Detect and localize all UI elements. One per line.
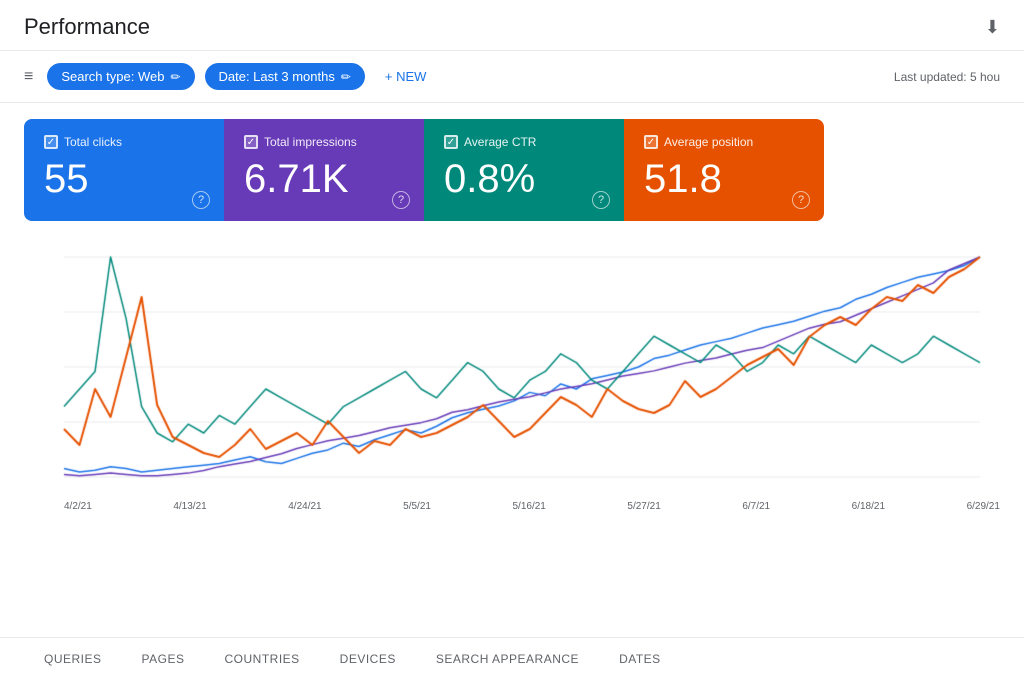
- x-label-7: 6/18/21: [852, 501, 885, 512]
- filter-bar: ≡ Search type: Web ✏ Date: Last 3 months…: [0, 51, 1024, 102]
- x-label-4: 5/16/21: [513, 501, 546, 512]
- date-label: Date: Last 3 months: [219, 69, 335, 84]
- bottom-tabs: QUERIES PAGES COUNTRIES DEVICES SEARCH A…: [0, 637, 1024, 683]
- total-clicks-value: 55: [44, 157, 204, 201]
- page-title: Performance: [24, 14, 150, 40]
- performance-chart: [24, 237, 1000, 487]
- metrics-section: ✓ Total clicks 55 ? ✓ Total impressions …: [0, 103, 1024, 237]
- metric-total-impressions[interactable]: ✓ Total impressions 6.71K ?: [224, 119, 424, 221]
- date-chip[interactable]: Date: Last 3 months ✏: [205, 63, 365, 90]
- filter-icon[interactable]: ≡: [24, 68, 33, 86]
- x-label-8: 6/29/21: [967, 501, 1000, 512]
- last-updated-text: Last updated: 5 hou: [894, 70, 1000, 84]
- download-icon[interactable]: ⬇: [985, 17, 1000, 38]
- total-impressions-label-row: ✓ Total impressions: [244, 135, 404, 149]
- x-label-6: 6/7/21: [742, 501, 770, 512]
- total-clicks-label-row: ✓ Total clicks: [44, 135, 204, 149]
- total-clicks-help-icon[interactable]: ?: [192, 191, 210, 209]
- total-impressions-checkbox[interactable]: ✓: [244, 135, 258, 149]
- total-clicks-checkbox[interactable]: ✓: [44, 135, 58, 149]
- x-label-3: 5/5/21: [403, 501, 431, 512]
- metric-total-clicks[interactable]: ✓ Total clicks 55 ?: [24, 119, 224, 221]
- average-position-value: 51.8: [644, 157, 804, 201]
- x-axis-labels: 4/2/21 4/13/21 4/24/21 5/5/21 5/16/21 5/…: [24, 497, 1000, 512]
- metric-average-position[interactable]: ✓ Average position 51.8 ?: [624, 119, 824, 221]
- tab-devices[interactable]: DEVICES: [320, 638, 416, 683]
- top-right-actions: ⬇: [985, 17, 1000, 38]
- search-type-chip[interactable]: Search type: Web ✏: [47, 63, 194, 90]
- chart-section: 4/2/21 4/13/21 4/24/21 5/5/21 5/16/21 5/…: [0, 237, 1024, 528]
- tab-queries[interactable]: QUERIES: [24, 638, 122, 683]
- x-label-0: 4/2/21: [64, 501, 92, 512]
- page-wrapper: Performance ⬇ ≡ Search type: Web ✏ Date:…: [0, 0, 1024, 683]
- search-type-label: Search type: Web: [61, 69, 164, 84]
- tab-search-appearance[interactable]: SEARCH APPEARANCE: [416, 638, 599, 683]
- average-position-checkbox[interactable]: ✓: [644, 135, 658, 149]
- tab-countries[interactable]: COUNTRIES: [204, 638, 319, 683]
- x-label-5: 5/27/21: [627, 501, 660, 512]
- metric-average-ctr[interactable]: ✓ Average CTR 0.8% ?: [424, 119, 624, 221]
- top-bar: Performance ⬇: [0, 0, 1024, 51]
- tab-dates[interactable]: DATES: [599, 638, 681, 683]
- average-position-help-icon[interactable]: ?: [792, 191, 810, 209]
- total-impressions-value: 6.71K: [244, 157, 404, 201]
- average-ctr-value: 0.8%: [444, 157, 604, 201]
- average-ctr-label-row: ✓ Average CTR: [444, 135, 604, 149]
- new-button[interactable]: + NEW: [375, 63, 437, 90]
- average-ctr-help-icon[interactable]: ?: [592, 191, 610, 209]
- chart-container: [24, 237, 1000, 497]
- search-type-edit-icon: ✏: [170, 70, 180, 84]
- average-position-label-row: ✓ Average position: [644, 135, 804, 149]
- total-impressions-help-icon[interactable]: ?: [392, 191, 410, 209]
- tab-pages[interactable]: PAGES: [122, 638, 205, 683]
- metrics-row: ✓ Total clicks 55 ? ✓ Total impressions …: [24, 119, 824, 221]
- x-label-2: 4/24/21: [288, 501, 321, 512]
- date-edit-icon: ✏: [341, 70, 351, 84]
- average-ctr-checkbox[interactable]: ✓: [444, 135, 458, 149]
- x-label-1: 4/13/21: [173, 501, 206, 512]
